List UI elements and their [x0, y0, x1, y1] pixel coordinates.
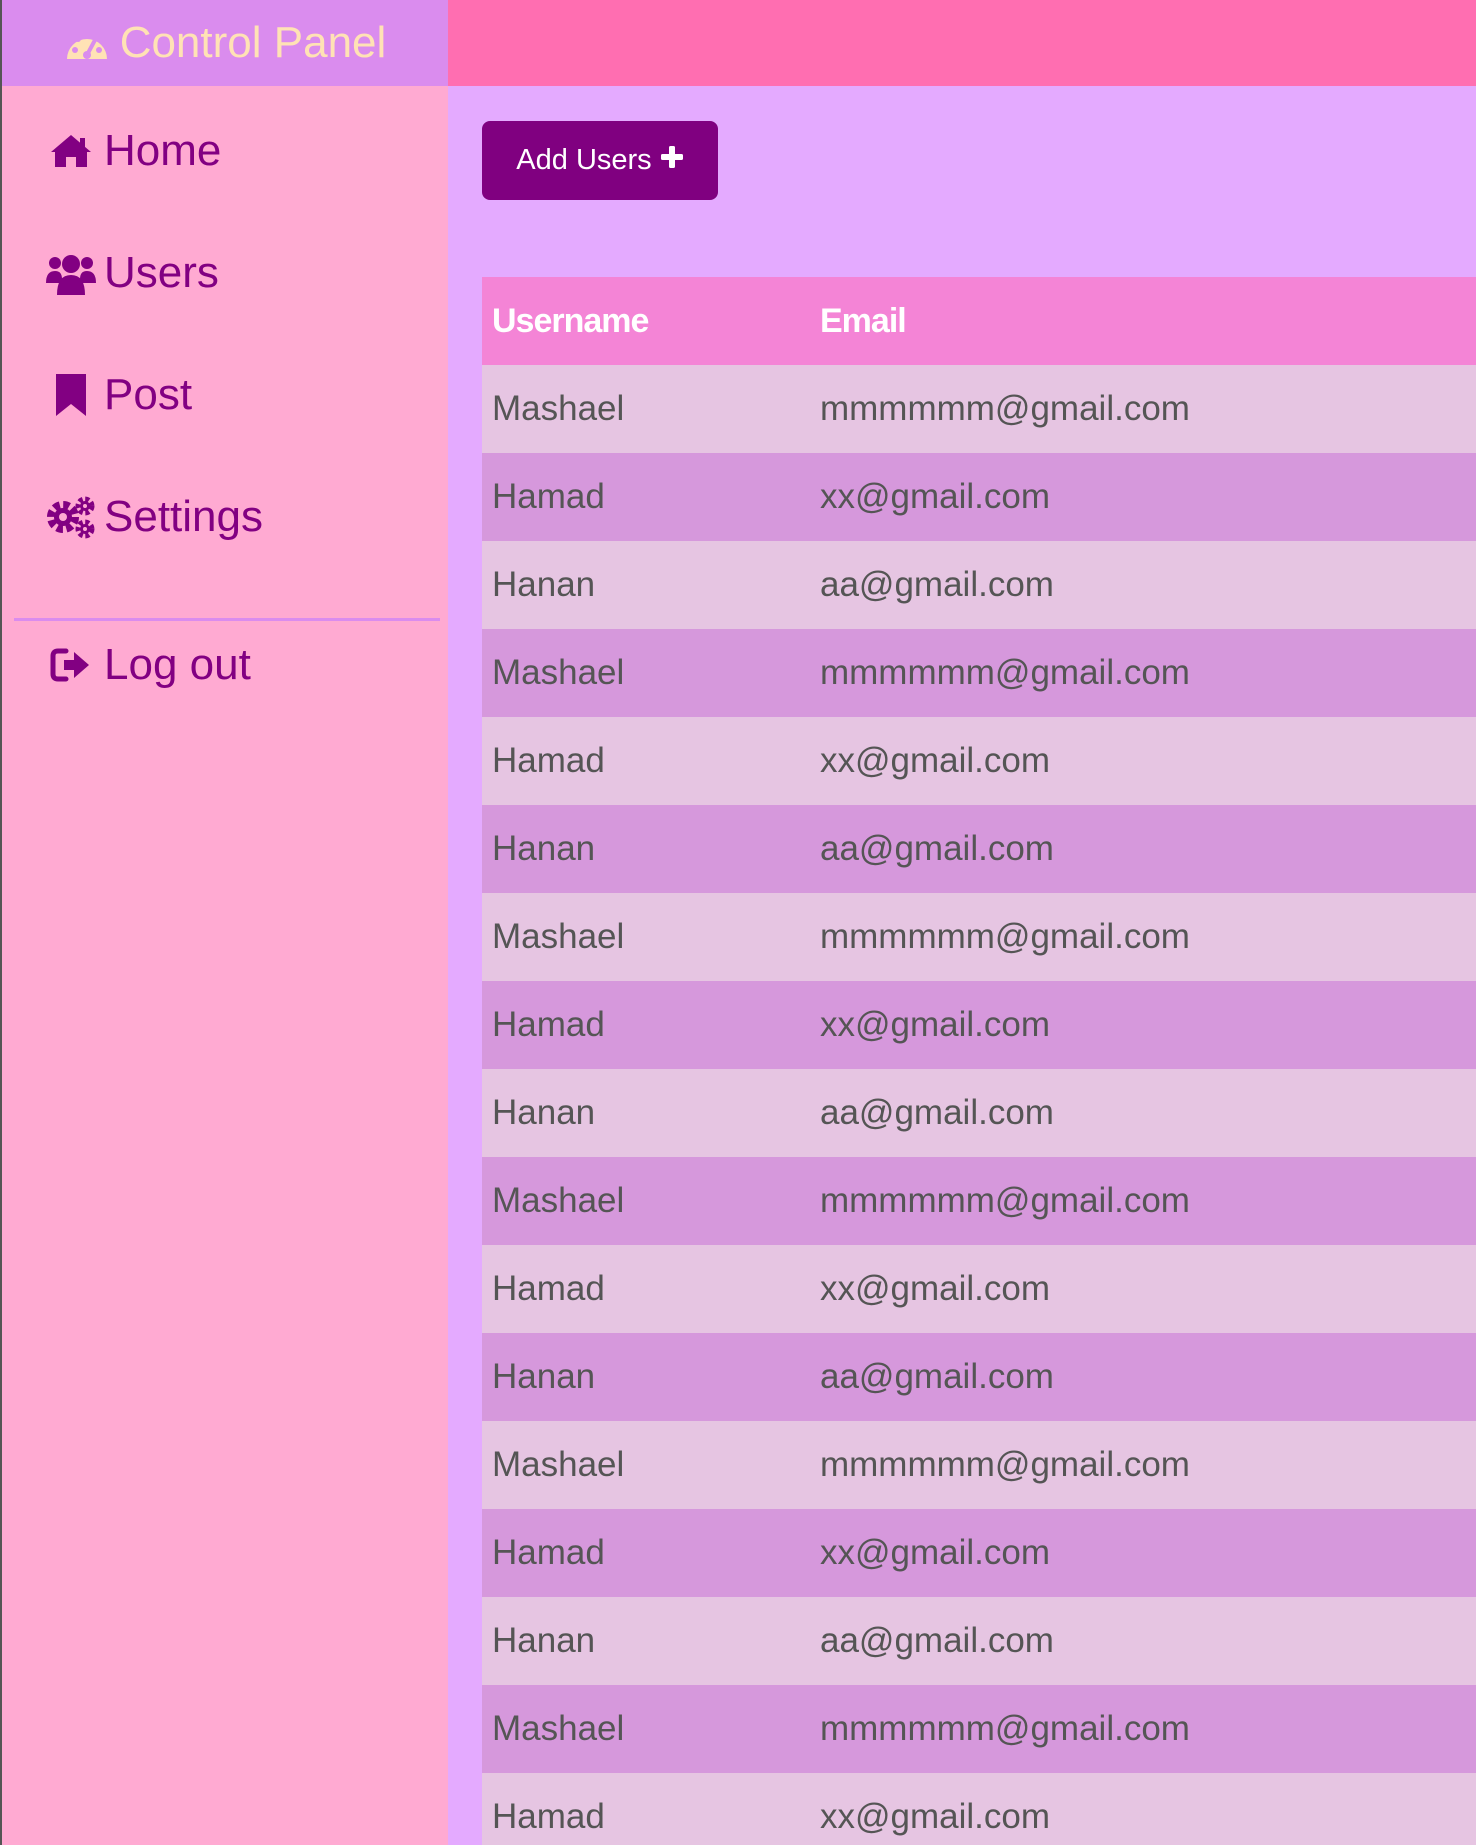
table-row[interactable]: Mashael mmmmmm@gmail.com [482, 629, 1476, 717]
username-cell: Hamad [482, 981, 810, 1069]
email-cell: aa@gmail.com [810, 1597, 1476, 1685]
username-cell: Hamad [482, 1509, 810, 1597]
sidebar-item-users[interactable]: Users [46, 248, 219, 298]
username-cell: Hanan [482, 805, 810, 893]
table-body: Mashael mmmmmm@gmail.com Hamad xx@gmail.com… [482, 365, 1476, 1845]
email-cell: aa@gmail.com [810, 805, 1476, 893]
email-cell: xx@gmail.com [810, 453, 1476, 541]
table-header-row: Username Email [482, 277, 1476, 365]
email-cell: xx@gmail.com [810, 1245, 1476, 1333]
sidebar-item-post[interactable]: Post [46, 370, 192, 420]
username-cell: Hanan [482, 1069, 810, 1157]
main-content: Add Users Username Email Mashael mmmmmm@g… [448, 86, 1476, 1845]
table-row[interactable]: Hamad xx@gmail.com [482, 453, 1476, 541]
logout-link[interactable]: Log out [46, 640, 251, 690]
sidebar-item-label: Home [104, 126, 222, 175]
dashboard-gauge-icon [64, 25, 110, 61]
email-cell: mmmmmm@gmail.com [810, 1157, 1476, 1245]
username-cell: Mashael [482, 629, 810, 717]
table-row[interactable]: Mashael mmmmmm@gmail.com [482, 1157, 1476, 1245]
username-cell: Hamad [482, 717, 810, 805]
username-cell: Hanan [482, 541, 810, 629]
sign-out-icon [46, 647, 96, 683]
table-row[interactable]: Mashael mmmmmm@gmail.com [482, 1421, 1476, 1509]
username-cell: Mashael [482, 893, 810, 981]
username-cell: Hanan [482, 1333, 810, 1421]
email-cell: xx@gmail.com [810, 1773, 1476, 1845]
email-cell: aa@gmail.com [810, 1069, 1476, 1157]
bookmark-icon [46, 374, 96, 416]
sidebar-item-label: Users [104, 248, 219, 297]
email-cell: xx@gmail.com [810, 1509, 1476, 1597]
table-row[interactable]: Hamad xx@gmail.com [482, 981, 1476, 1069]
column-header-email[interactable]: Email [810, 277, 1476, 365]
table-row[interactable]: Hamad xx@gmail.com [482, 1509, 1476, 1597]
username-cell: Mashael [482, 1685, 810, 1773]
email-cell: mmmmmm@gmail.com [810, 629, 1476, 717]
email-cell: mmmmmm@gmail.com [810, 365, 1476, 453]
table-row[interactable]: Mashael mmmmmm@gmail.com [482, 893, 1476, 981]
table-row[interactable]: Hanan aa@gmail.com [482, 1333, 1476, 1421]
logout-label: Log out [104, 640, 251, 689]
username-cell: Mashael [482, 365, 810, 453]
users-table: Username Email Mashael mmmmmm@gmail.com Ha… [482, 277, 1476, 1845]
username-cell: Hamad [482, 1773, 810, 1845]
table-row[interactable]: Hamad xx@gmail.com [482, 1245, 1476, 1333]
sidebar-item-home[interactable]: Home [46, 126, 221, 176]
email-cell: xx@gmail.com [810, 981, 1476, 1069]
table-row[interactable]: Hamad xx@gmail.com [482, 1773, 1476, 1845]
username-cell: Mashael [482, 1421, 810, 1509]
sidebar-item-settings[interactable]: Settings [46, 492, 263, 542]
plus-icon [660, 144, 684, 177]
table-row[interactable]: Hanan aa@gmail.com [482, 805, 1476, 893]
table-row[interactable]: Mashael mmmmmm@gmail.com [482, 1685, 1476, 1773]
email-cell: mmmmmm@gmail.com [810, 1421, 1476, 1509]
users-icon [46, 251, 96, 295]
email-cell: xx@gmail.com [810, 717, 1476, 805]
sidebar-divider [14, 618, 440, 621]
table-row[interactable]: Hanan aa@gmail.com [482, 1069, 1476, 1157]
username-cell: Hamad [482, 453, 810, 541]
email-cell: aa@gmail.com [810, 541, 1476, 629]
username-cell: Hamad [482, 1245, 810, 1333]
sidebar-item-label: Post [104, 370, 193, 419]
table-row[interactable]: Hanan aa@gmail.com [482, 1597, 1476, 1685]
username-cell: Hanan [482, 1597, 810, 1685]
column-header-username[interactable]: Username [482, 277, 810, 365]
home-icon [46, 132, 96, 170]
gears-icon [46, 495, 96, 539]
table-row[interactable]: Hanan aa@gmail.com [482, 541, 1476, 629]
table-row[interactable]: Hamad xx@gmail.com [482, 717, 1476, 805]
add-users-label: Add Users [516, 144, 652, 176]
brand-title: Control Panel [119, 18, 387, 67]
sidebar-item-label: Settings [104, 492, 263, 541]
email-cell: mmmmmm@gmail.com [810, 893, 1476, 981]
username-cell: Mashael [482, 1157, 810, 1245]
email-cell: aa@gmail.com [810, 1333, 1476, 1421]
add-users-button[interactable]: Add Users [482, 121, 718, 200]
brand-header: Control Panel [0, 0, 448, 86]
sidebar: Home Users Post Settings Log out [0, 86, 448, 1845]
top-bar [448, 0, 1476, 86]
email-cell: mmmmmm@gmail.com [810, 1685, 1476, 1773]
table-row[interactable]: Mashael mmmmmm@gmail.com [482, 365, 1476, 453]
